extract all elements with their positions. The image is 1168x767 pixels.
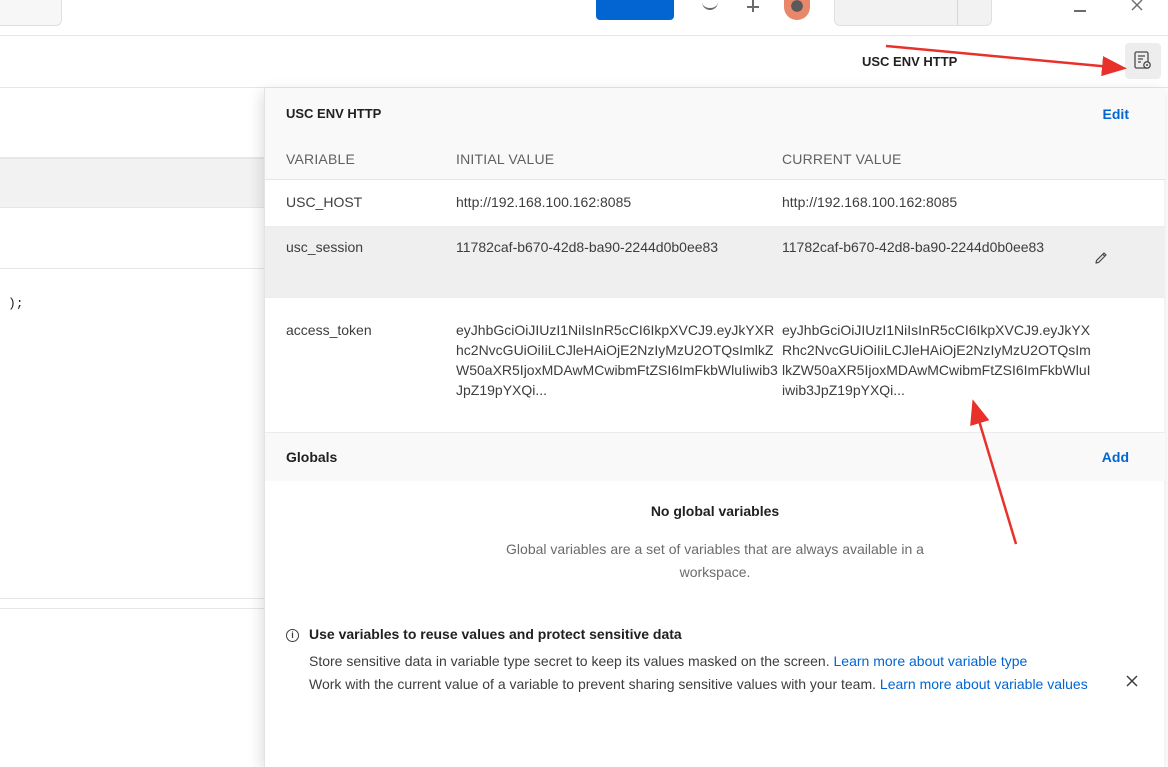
code-editor-fragment: ); (8, 296, 24, 311)
tip-text: Work with the current value of a variabl… (309, 676, 880, 692)
table-row[interactable]: usc_session 11782caf-b670-42d8-ba90-2244… (265, 227, 1165, 298)
divider (0, 598, 264, 599)
avatar[interactable] (784, 0, 810, 20)
environment-quick-look-icon (1134, 51, 1151, 69)
initial-value: eyJhbGciOiJIUzI1NiIsInR5cCI6IkpXVCJ9.eyJ… (456, 322, 778, 398)
variables-table-header: VARIABLE INITIAL VALUE CURRENT VALUE (265, 140, 1165, 180)
column-header-current-value: CURRENT VALUE (782, 151, 902, 167)
info-icon: i (286, 629, 299, 642)
tip-title: Use variables to reuse values and protec… (309, 626, 682, 642)
variable-name: USC_HOST (286, 194, 363, 210)
initial-value: 11782caf-b670-42d8-ba90-2244d0b0ee83 (456, 239, 719, 255)
environment-bar: USC ENV HTTP (0, 36, 1168, 88)
edit-environment-button[interactable]: Edit (1103, 106, 1129, 122)
environment-selector[interactable]: USC ENV HTTP (862, 54, 957, 69)
sync-icon[interactable] (702, 0, 718, 10)
upgrade-button[interactable] (834, 0, 992, 26)
background-panel (0, 158, 264, 208)
current-value[interactable]: eyJhbGciOiJIUzI1NiIsInR5cCI6IkpXVCJ9.eyJ… (782, 320, 1092, 400)
column-header-variable: VARIABLE (286, 151, 356, 167)
globals-section-header: Globals Add (265, 433, 1165, 481)
variable-name: usc_session (286, 239, 364, 255)
learn-more-variable-type-link[interactable]: Learn more about variable type (834, 653, 1028, 669)
table-row[interactable]: access_token eyJhbGciOiJIUzI1NiIsInR5cCI… (265, 298, 1165, 433)
environment-quick-look-button[interactable] (1125, 43, 1161, 79)
pencil-icon[interactable] (1093, 250, 1109, 266)
environment-title: USC ENV HTTP (286, 106, 382, 121)
window-minimize-icon[interactable] (1074, 10, 1086, 12)
background-panel (0, 88, 264, 158)
background-panel (0, 208, 264, 269)
environment-quick-look-popover: USC ENV HTTP Edit VARIABLE INITIAL VALUE… (264, 88, 1165, 767)
column-header-initial-value: INITIAL VALUE (456, 151, 555, 167)
settings-icon[interactable] (745, 0, 761, 14)
workspace-search-stub[interactable] (0, 0, 62, 26)
app-header (0, 0, 1168, 36)
tip-body: Store sensitive data in variable type se… (309, 650, 1109, 696)
current-value[interactable]: 11782caf-b670-42d8-ba90-2244d0b0ee83 (782, 237, 1092, 257)
tip-text: Store sensitive data in variable type se… (309, 653, 834, 669)
environment-section-header: USC ENV HTTP Edit (265, 88, 1165, 140)
globals-empty-description: Global variables are a set of variables … (506, 541, 924, 580)
learn-more-variable-values-link[interactable]: Learn more about variable values (880, 676, 1088, 692)
add-global-button[interactable]: Add (1102, 449, 1129, 465)
globals-title: Globals (286, 449, 338, 465)
initial-value: http://192.168.100.162:8085 (456, 194, 632, 210)
primary-action-button[interactable] (596, 0, 674, 20)
window-close-icon[interactable] (1131, 0, 1143, 12)
globals-empty-title: No global variables (650, 503, 780, 519)
table-row[interactable]: USC_HOST http://192.168.100.162:8085 htt… (265, 180, 1165, 227)
variable-name: access_token (286, 322, 372, 338)
divider (0, 608, 264, 609)
close-icon[interactable] (1125, 674, 1139, 688)
current-value[interactable]: http://192.168.100.162:8085 (782, 192, 1092, 212)
